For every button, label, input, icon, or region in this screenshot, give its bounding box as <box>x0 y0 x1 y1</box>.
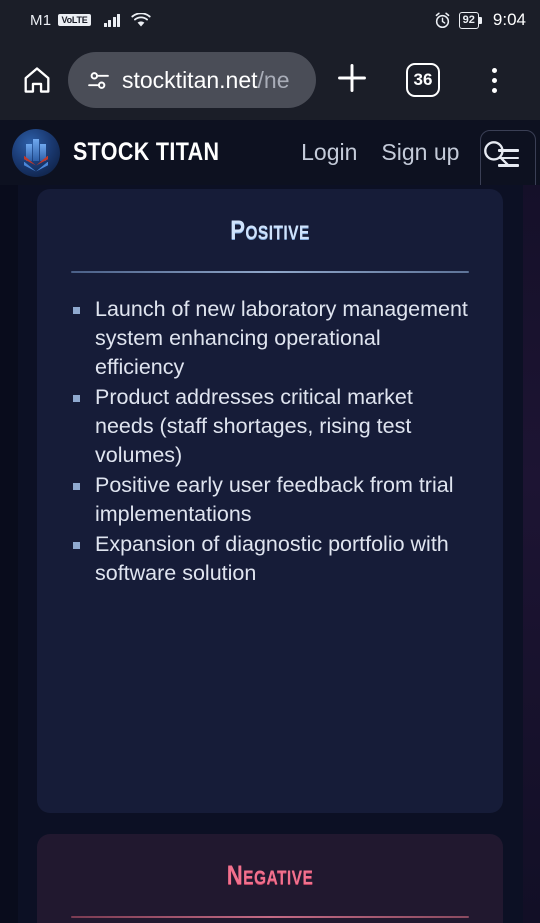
url-domain: stocktitan.net <box>122 66 258 93</box>
tab-switcher-button[interactable]: 36 <box>387 63 458 97</box>
browser-overflow-menu-button[interactable] <box>459 67 530 93</box>
carrier-label: M1 <box>30 11 52 29</box>
new-tab-button[interactable] <box>316 61 387 100</box>
os-status-bar: M1 VoLTE 92 9:04 <box>0 0 540 40</box>
url-path: /ne <box>257 66 290 93</box>
plus-icon <box>335 61 369 100</box>
list-item: Expansion of diagnostic portfolio with s… <box>71 530 469 588</box>
positive-card-title: Positive <box>230 215 310 245</box>
positive-card-divider <box>71 271 469 273</box>
status-bar-left-group: M1 VoLTE <box>30 12 434 29</box>
positive-sentiment-card: Positive Launch of new laboratory manage… <box>37 189 503 813</box>
wifi-icon <box>131 12 151 28</box>
negative-sentiment-card: Negative Product availability by geograp… <box>37 834 503 923</box>
bullet-square-icon <box>73 542 80 549</box>
list-item-text: Launch of new laboratory management syst… <box>95 297 468 379</box>
alarm-clock-icon <box>434 12 451 29</box>
nav-signup-link[interactable]: Sign up <box>381 139 459 166</box>
list-item-text: Product addresses critical market needs … <box>95 385 413 467</box>
list-item-text: Positive early user feedback from trial … <box>95 473 454 526</box>
tab-count-badge: 36 <box>405 63 440 97</box>
three-dots-vertical-icon <box>491 67 497 93</box>
site-settings-tune-icon[interactable] <box>86 68 111 93</box>
negative-card-title: Negative <box>226 860 314 890</box>
clock-label: 9:04 <box>492 10 526 29</box>
hamburger-lines <box>497 149 519 167</box>
bullet-square-icon <box>73 307 80 314</box>
bullet-square-icon <box>73 483 80 490</box>
negative-card-divider <box>71 916 469 918</box>
site-header: STOCK TITAN Login Sign up <box>0 120 540 196</box>
battery-indicator: 92 <box>458 11 483 29</box>
stock-titan-logo-icon[interactable] <box>12 128 60 177</box>
article-sentiment-section: Positive Launch of new laboratory manage… <box>0 185 540 923</box>
home-icon[interactable] <box>10 65 64 95</box>
volte-badge: VoLTE <box>58 14 91 26</box>
browser-toolbar: stocktitan.net/ne 36 <box>0 40 540 120</box>
list-item: Launch of new laboratory management syst… <box>71 295 469 382</box>
bullet-square-icon <box>73 395 80 402</box>
signal-bars-icon <box>103 13 121 27</box>
site-brand-name[interactable]: STOCK TITAN <box>73 138 219 167</box>
url-bar[interactable]: stocktitan.net/ne <box>68 52 316 108</box>
status-bar-right-group: 92 9:04 <box>434 10 526 30</box>
list-item: Positive early user feedback from trial … <box>71 471 469 529</box>
positive-bullet-list: Launch of new laboratory management syst… <box>71 295 469 588</box>
list-item: Product addresses critical market needs … <box>71 383 469 470</box>
nav-login-link[interactable]: Login <box>301 139 357 166</box>
list-item-text: Expansion of diagnostic portfolio with s… <box>95 532 449 585</box>
url-text: stocktitan.net/ne <box>122 67 290 94</box>
